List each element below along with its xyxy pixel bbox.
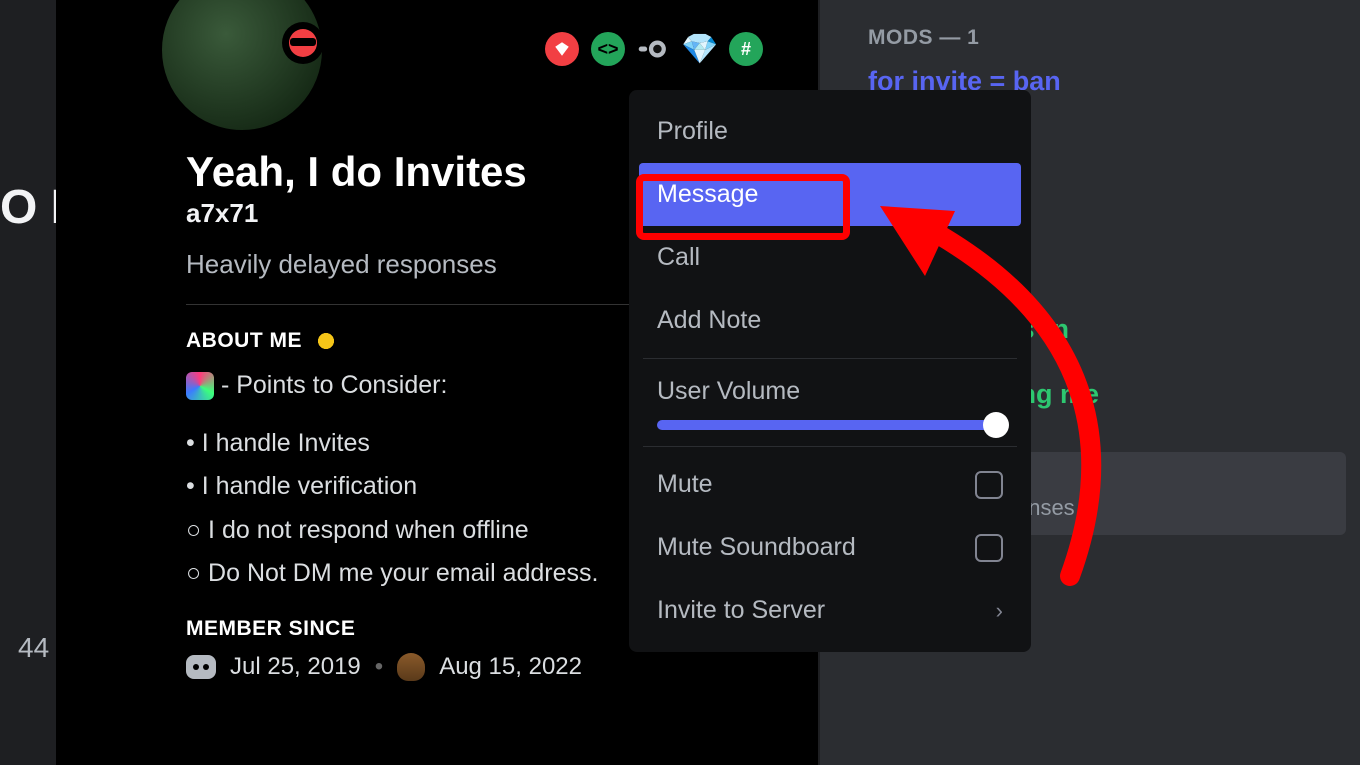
divider xyxy=(643,358,1017,359)
ctx-mute[interactable]: Mute xyxy=(639,453,1021,516)
ctx-user-volume-label: User Volume xyxy=(639,365,1021,414)
chevron-right-icon: › xyxy=(996,598,1003,624)
role-group-mods: MODS — 1 xyxy=(868,26,1330,50)
background-count: 44 xyxy=(18,632,49,664)
nitro-badge-icon xyxy=(637,32,671,66)
divider xyxy=(643,446,1017,447)
badge-row: <> 💎 # xyxy=(545,32,763,66)
discord-logo-icon xyxy=(186,655,216,679)
separator-dot: • xyxy=(375,653,383,681)
ctx-message[interactable]: Message xyxy=(639,163,1021,226)
slider-thumb[interactable] xyxy=(983,412,1009,438)
boost-badge-icon: 💎 xyxy=(683,32,717,66)
slider-track xyxy=(657,420,1003,430)
avatar[interactable] xyxy=(152,0,332,140)
checkbox-icon[interactable] xyxy=(975,471,1003,499)
ctx-mute-soundboard[interactable]: Mute Soundboard xyxy=(639,516,1021,579)
checkbox-icon[interactable] xyxy=(975,534,1003,562)
wu-tang-emoji-icon xyxy=(312,327,340,355)
ctx-invite-to-server[interactable]: Invite to Server › xyxy=(639,579,1021,642)
ctx-profile[interactable]: Profile xyxy=(639,100,1021,163)
sparkle-emoji-icon xyxy=(186,372,214,400)
user-volume-slider[interactable] xyxy=(657,420,1003,430)
server-emoji-icon xyxy=(397,653,425,681)
hypesquad-badge-icon xyxy=(545,32,579,66)
user-context-menu: Profile Message Call Add Note User Volum… xyxy=(629,90,1031,652)
server-join-date: Aug 15, 2022 xyxy=(439,653,582,681)
username-badge-icon: # xyxy=(729,32,763,66)
member-since-dates: Jul 25, 2019 • Aug 15, 2022 xyxy=(186,653,748,681)
ctx-add-note[interactable]: Add Note xyxy=(639,289,1021,352)
status-dnd-bar xyxy=(290,38,316,46)
ctx-call[interactable]: Call xyxy=(639,226,1021,289)
developer-badge-icon: <> xyxy=(591,32,625,66)
discord-join-date: Jul 25, 2019 xyxy=(230,653,361,681)
